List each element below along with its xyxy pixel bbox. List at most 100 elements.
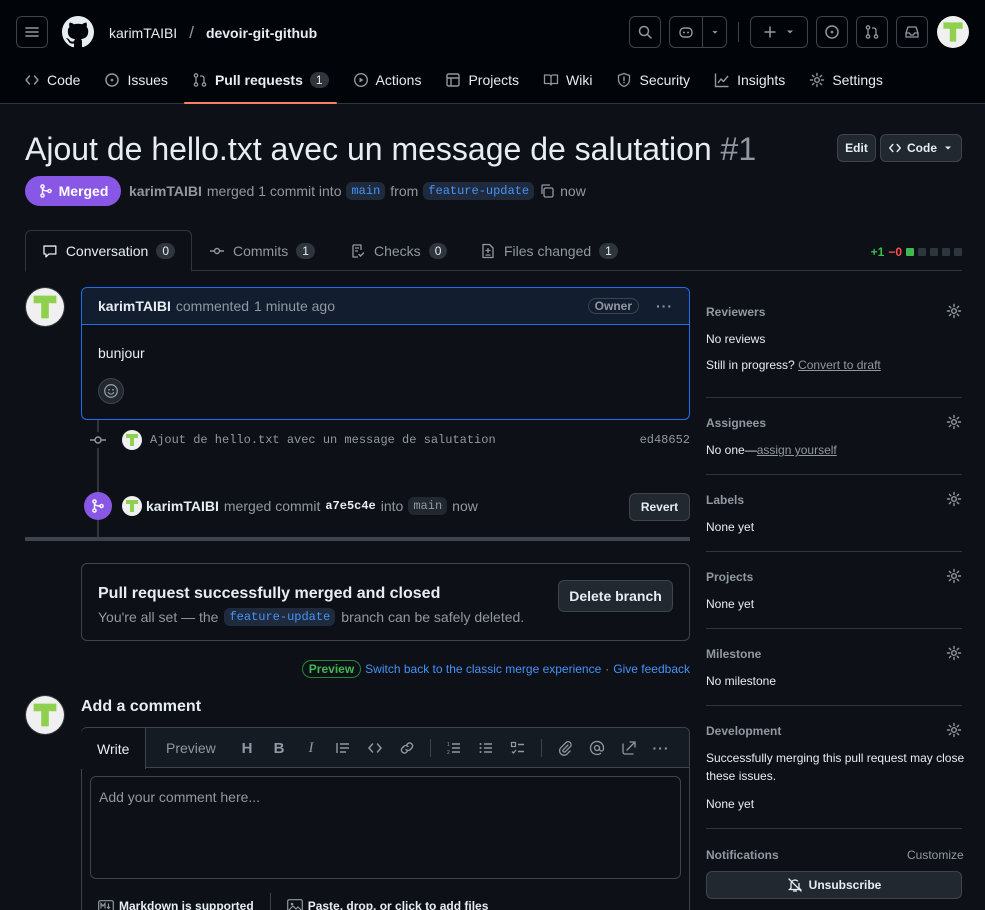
tab-checks[interactable]: Checks 0	[334, 230, 463, 271]
gear-icon[interactable]	[946, 645, 962, 661]
plus-icon	[764, 26, 776, 38]
base-branch[interactable]: main	[346, 182, 386, 200]
delete-branch-button[interactable]: Delete branch	[558, 580, 673, 612]
tab-commits[interactable]: Commits 1	[193, 230, 331, 271]
gear-icon[interactable]	[946, 414, 962, 430]
unsubscribe-label: Unsubscribe	[808, 878, 882, 892]
write-tab[interactable]: Write	[81, 728, 147, 769]
tab-issues[interactable]: Issues	[96, 60, 175, 100]
attach-files-note[interactable]: Paste, drop, or click to add files	[286, 899, 489, 910]
gear-icon	[810, 72, 825, 88]
customize-link[interactable]: Customize	[907, 848, 964, 862]
tab-conversation[interactable]: Conversation 0	[25, 230, 192, 272]
revert-button[interactable]: Revert	[629, 493, 690, 521]
attach-icon[interactable]	[556, 739, 574, 757]
menu-button[interactable]	[16, 16, 48, 48]
kebab-icon[interactable]: ···	[656, 298, 673, 314]
edit-button[interactable]: Edit	[837, 134, 876, 162]
diffstat-block	[942, 248, 950, 256]
cross-reference-icon[interactable]	[620, 739, 638, 757]
pr-number: #1	[720, 131, 757, 167]
head-branch[interactable]: feature-update	[423, 182, 535, 200]
assign-yourself-link[interactable]: assign yourself	[757, 443, 837, 457]
give-feedback-link[interactable]: Give feedback	[613, 662, 690, 676]
bold-icon[interactable]: B	[270, 739, 288, 757]
task-list-icon[interactable]	[509, 739, 527, 757]
unordered-list-icon[interactable]	[477, 739, 495, 757]
preview-tab[interactable]: Preview	[150, 728, 232, 768]
comment-author-avatar[interactable]	[25, 287, 65, 327]
checklist-icon	[352, 243, 365, 258]
gear-icon[interactable]	[946, 568, 962, 584]
merge-time[interactable]: now	[452, 498, 478, 514]
quote-icon[interactable]	[334, 739, 352, 757]
diffstat-block	[930, 248, 938, 256]
commit-message[interactable]: Ajout de hello.txt avec un message de sa…	[150, 433, 496, 447]
add-reaction-button[interactable]	[98, 378, 124, 404]
commit-sha[interactable]: ed48652	[640, 433, 690, 447]
tab-files-changed[interactable]: Files changed 1	[464, 230, 634, 271]
merge-author[interactable]: karimTAIBI	[146, 498, 219, 514]
heading-icon[interactable]: H	[238, 739, 256, 757]
sidebar-assignees: Assignees No one—assign yourself	[706, 414, 962, 475]
gear-icon[interactable]	[946, 722, 962, 738]
user-avatar[interactable]	[937, 16, 969, 48]
tab-insights[interactable]: Insights	[706, 60, 793, 100]
switch-classic-link[interactable]: Switch back to the classic merge experie…	[365, 662, 601, 676]
unsubscribe-button[interactable]: Unsubscribe	[706, 871, 962, 899]
image-icon	[286, 899, 303, 910]
comment-author[interactable]: karimTAIBI	[98, 298, 171, 314]
more-options-icon[interactable]: ···	[652, 739, 670, 757]
merge-target-branch[interactable]: main	[408, 497, 448, 515]
convert-to-draft-link[interactable]: Convert to draft	[798, 358, 881, 372]
pr-author[interactable]: karimTAIBI	[129, 183, 202, 199]
merger-avatar[interactable]	[122, 496, 142, 516]
link-icon[interactable]	[398, 739, 416, 757]
breadcrumb-repo[interactable]: devoir-git-github	[206, 25, 317, 41]
tab-pull-requests[interactable]: Pull requests 1	[183, 60, 337, 104]
merge-commit-sha[interactable]: a7e5c4e	[325, 499, 375, 513]
markdown-note[interactable]: Markdown is supported	[98, 899, 254, 910]
commit-author-avatar[interactable]	[122, 430, 142, 450]
development-note-1: Successfully merging this pull request m…	[706, 751, 965, 765]
github-logo[interactable]	[62, 16, 94, 48]
search-button[interactable]	[629, 16, 661, 48]
tab-actions-label: Actions	[375, 72, 422, 88]
tab-settings[interactable]: Settings	[801, 60, 891, 100]
development-note-2: these issues.	[706, 769, 777, 783]
pr-title: Ajout de hello.txt avec un message de sa…	[25, 131, 712, 167]
chevron-down-icon[interactable]	[708, 25, 722, 39]
ordered-list-icon[interactable]: 12	[445, 739, 463, 757]
tab-wiki-label: Wiki	[566, 72, 593, 88]
comment-action: commented	[175, 298, 250, 314]
tab-code[interactable]: Code	[16, 60, 88, 100]
notifications-title: Notifications	[706, 848, 779, 862]
copy-icon[interactable]	[539, 183, 555, 199]
create-new-button[interactable]	[750, 16, 808, 48]
issue-icon	[105, 73, 120, 87]
milestone-title: Milestone	[706, 647, 762, 661]
attach-files-label: Paste, drop, or click to add files	[307, 899, 489, 910]
comment-time[interactable]: 1 minute ago	[254, 298, 335, 314]
tab-wiki[interactable]: Wiki	[535, 60, 600, 100]
pull-requests-button[interactable]	[856, 16, 888, 48]
comment-textarea[interactable]: Add your comment here...	[90, 776, 681, 879]
copilot-button[interactable]	[669, 16, 727, 48]
tab-actions[interactable]: Actions	[345, 60, 430, 100]
code-dropdown-button[interactable]: Code	[880, 134, 962, 162]
inbox-button[interactable]	[896, 16, 928, 48]
gear-icon[interactable]	[946, 303, 962, 319]
italic-icon[interactable]: I	[302, 739, 320, 757]
issues-button[interactable]	[816, 16, 848, 48]
mention-icon[interactable]	[588, 739, 606, 757]
file-diff-icon	[482, 243, 494, 258]
breadcrumb-owner[interactable]: karimTAIBI	[109, 25, 177, 41]
issue-icon	[825, 25, 839, 39]
gear-icon[interactable]	[946, 491, 962, 507]
tab-projects[interactable]: Projects	[437, 60, 527, 100]
merged-branch[interactable]: feature-update	[224, 608, 336, 626]
tab-security[interactable]: Security	[608, 60, 698, 100]
code-icon[interactable]	[366, 739, 384, 757]
commit-event: Ajout de hello.txt avec un message de sa…	[88, 430, 690, 450]
breadcrumb: karimTAIBI / devoir-git-github	[109, 23, 317, 43]
